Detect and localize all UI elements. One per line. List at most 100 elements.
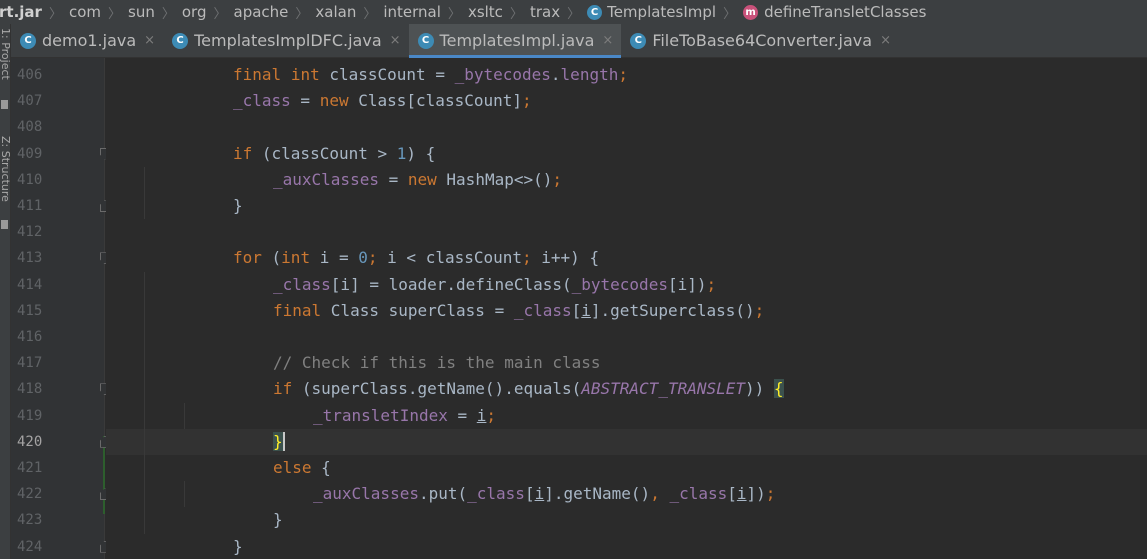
line-number[interactable]: 406: [17, 67, 57, 83]
code-line[interactable]: if (classCount > 1) {: [233, 141, 435, 167]
structure-tool-button[interactable]: Z: Structure: [0, 136, 10, 202]
code-token: =: [447, 405, 477, 425]
code-token: if: [273, 379, 293, 399]
code-line[interactable]: _transletIndex = i;: [313, 403, 496, 429]
line-number[interactable]: 413: [17, 250, 57, 266]
line-number[interactable]: 417: [17, 355, 57, 371]
class-icon: C: [587, 4, 603, 20]
close-icon[interactable]: ×: [880, 33, 891, 48]
code-line[interactable]: _auxClasses.put(_class[i].getName(), _cl…: [313, 481, 775, 507]
line-number[interactable]: 424: [17, 539, 57, 555]
line-number[interactable]: 421: [17, 460, 57, 476]
breadcrumb-item-trax[interactable]: trax: [530, 3, 560, 21]
code-token: [: [727, 484, 737, 504]
code-line[interactable]: }: [233, 193, 243, 219]
code-line[interactable]: for (int i = 0; i < classCount; i++) {: [233, 245, 599, 271]
code-line[interactable]: _class[i] = loader.defineClass(_bytecode…: [273, 272, 716, 298]
line-number[interactable]: 422: [17, 486, 57, 502]
chevron-right-icon: 〉: [363, 6, 377, 22]
breadcrumb-item-method[interactable]: m defineTransletClasses: [743, 3, 926, 21]
code-token: [i]): [667, 274, 707, 294]
line-number[interactable]: 407: [17, 93, 57, 109]
tab-templatesimpl[interactable]: C TemplatesImpl.java ×: [408, 24, 622, 58]
code-editor[interactable]: final int classCount = _bytecodes.length…: [106, 58, 1147, 559]
code-token: _class: [233, 91, 291, 111]
code-token: _class: [669, 484, 728, 504]
line-number[interactable]: 408: [17, 119, 57, 135]
code-line[interactable]: else {: [273, 455, 331, 481]
code-token: i: [736, 484, 747, 504]
close-icon[interactable]: ×: [390, 33, 401, 48]
method-icon: m: [743, 4, 759, 20]
code-token: )): [745, 379, 774, 399]
tab-demo1[interactable]: C demo1.java ×: [11, 24, 163, 57]
code-token: i < classCount: [387, 248, 523, 268]
code-token: else: [273, 458, 312, 477]
chevron-right-icon: 〉: [509, 6, 523, 22]
code-token: {: [311, 458, 331, 477]
line-number[interactable]: 412: [17, 224, 57, 240]
code-line[interactable]: if (superClass.getName().equals(ABSTRACT…: [273, 376, 784, 402]
code-line[interactable]: _class = new Class[classCount];: [233, 88, 532, 114]
code-token: ) {: [406, 143, 436, 163]
code-line[interactable]: final int classCount = _bytecodes.length…: [233, 62, 628, 88]
code-token: [i] = loader.defineClass(: [330, 274, 572, 294]
code-line[interactable]: // Check if this is the main class: [273, 350, 601, 376]
indent-guide: [184, 402, 185, 429]
breadcrumb-item-xalan[interactable]: xalan: [315, 3, 356, 21]
line-number[interactable]: 410: [17, 172, 57, 188]
code-token: }: [273, 431, 283, 451]
breadcrumb-item-internal[interactable]: internal: [383, 3, 441, 21]
line-number[interactable]: 416: [17, 329, 57, 345]
tab-label: FileToBase64Converter.java: [652, 31, 873, 50]
code-line[interactable]: }: [273, 507, 283, 533]
tool-window-strip: 1: Project Z: Structure: [0, 24, 11, 559]
editor-gutter[interactable]: 406 407 408 409 410 411 412 413 414 415 416 417 418 4…: [11, 58, 110, 559]
breadcrumb-item-com[interactable]: com: [69, 3, 101, 21]
line-number[interactable]: 423: [17, 512, 57, 528]
code-line[interactable]: _auxClasses = new HashMap<>();: [273, 167, 562, 193]
chevron-right-icon: 〉: [48, 6, 62, 22]
code-token: final: [233, 65, 282, 84]
breadcrumb-item-apache[interactable]: apache: [234, 3, 289, 21]
line-number[interactable]: 414: [17, 277, 57, 293]
line-number[interactable]: 420: [17, 434, 57, 450]
code-token: final: [273, 300, 322, 320]
chevron-right-icon: 〉: [447, 6, 461, 22]
code-token: ;: [522, 91, 532, 111]
breadcrumb-item-org[interactable]: org: [182, 3, 207, 21]
breadcrumb-item-jar[interactable]: rt.jar: [0, 3, 42, 21]
line-number[interactable]: 415: [17, 303, 57, 319]
code-token: int: [290, 65, 320, 84]
chevron-right-icon: 〉: [213, 6, 227, 22]
chevron-right-icon: 〉: [108, 6, 122, 22]
code-token: 0: [358, 248, 368, 268]
code-token: =: [290, 91, 320, 111]
code-token: ;: [522, 248, 542, 268]
code-token: i: [581, 300, 591, 320]
code-line[interactable]: final Class superClass = _class[i].getSu…: [273, 298, 764, 324]
project-tool-button[interactable]: 1: Project: [0, 28, 10, 80]
line-number[interactable]: 418: [17, 381, 57, 397]
line-number[interactable]: 419: [17, 408, 57, 424]
close-icon[interactable]: ×: [602, 33, 613, 48]
breadcrumb-item-sun[interactable]: sun: [128, 3, 155, 21]
close-icon[interactable]: ×: [144, 33, 155, 48]
chevron-right-icon: 〉: [295, 6, 309, 22]
code-token: (superClass.getName().equals(: [292, 379, 582, 399]
code-token: {: [773, 379, 784, 399]
line-number[interactable]: 409: [17, 146, 57, 162]
code-line[interactable]: }: [273, 429, 285, 455]
line-number[interactable]: 411: [17, 198, 57, 214]
code-line[interactable]: }: [233, 534, 243, 559]
breadcrumb-item-xsltc[interactable]: xsltc: [468, 3, 503, 21]
code-token: new: [319, 91, 349, 111]
code-token: ;: [618, 65, 628, 84]
breadcrumb-item-class[interactable]: C TemplatesImpl: [587, 3, 716, 21]
tab-templatesimpldfc[interactable]: C TemplatesImplDFC.java ×: [163, 24, 408, 57]
code-token: ;: [754, 300, 765, 320]
tab-filetobase64converter[interactable]: C FileToBase64Converter.java ×: [621, 24, 899, 57]
tab-label: TemplatesImpl.java: [439, 31, 595, 50]
code-token: i++) {: [541, 248, 600, 268]
